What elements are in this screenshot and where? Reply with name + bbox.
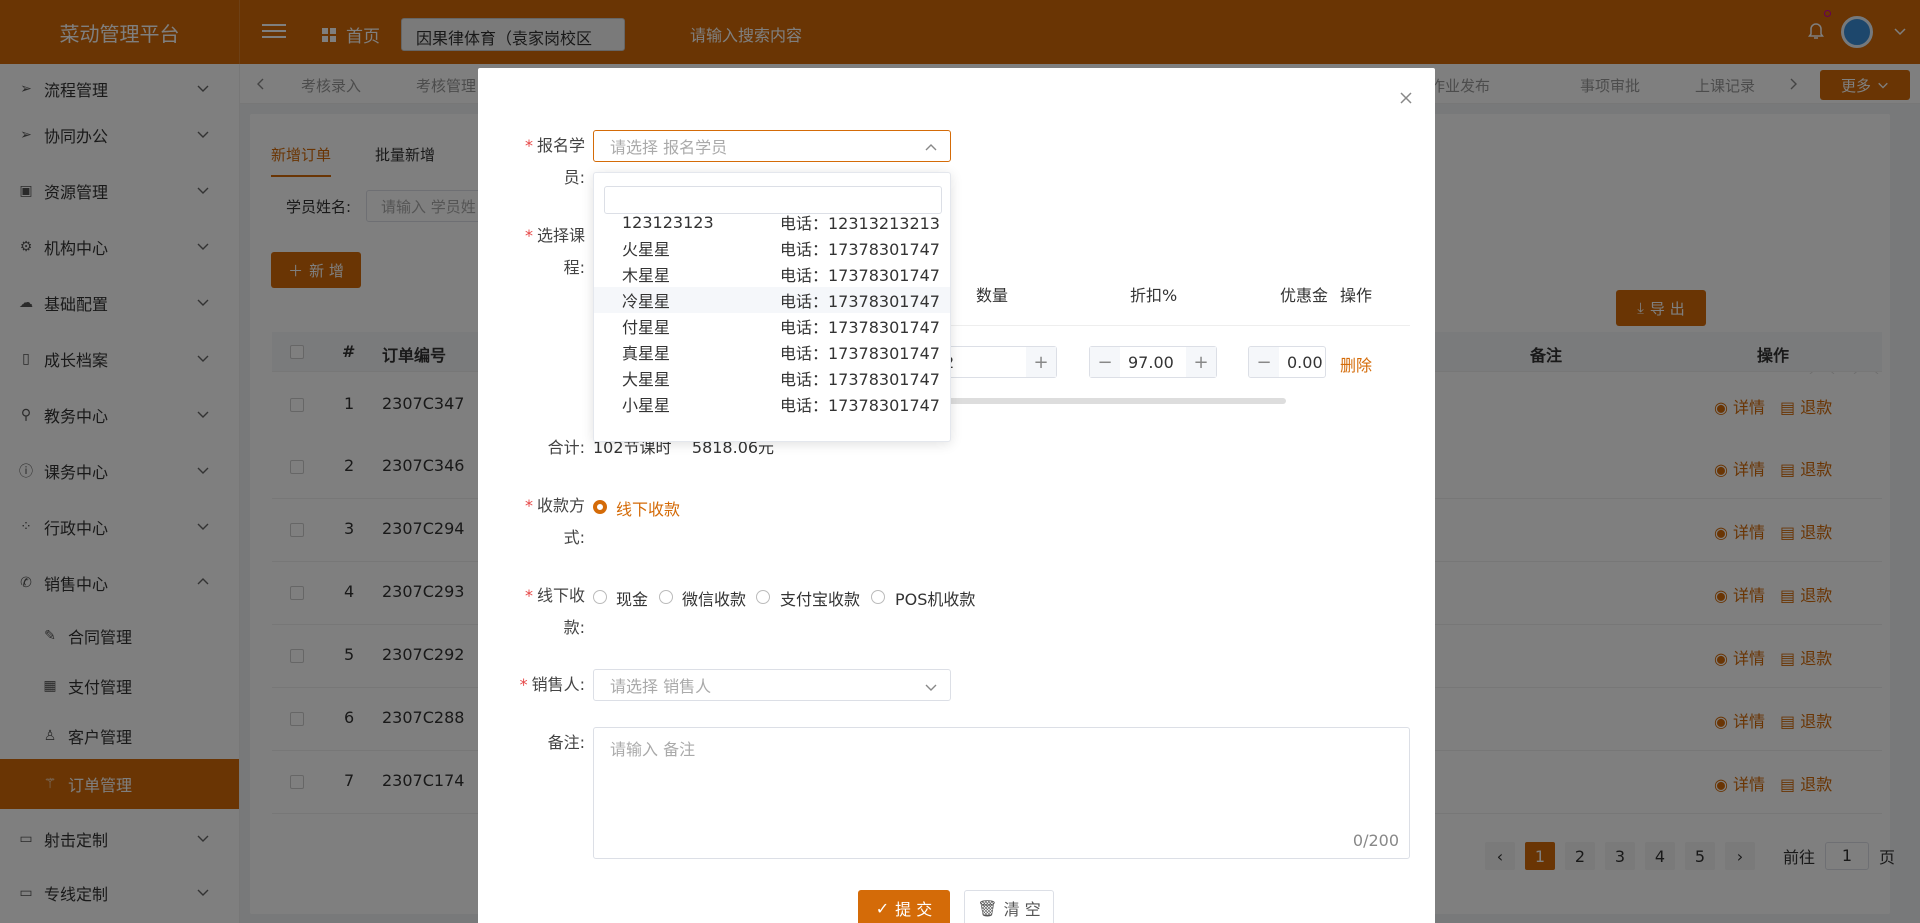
promo-stepper[interactable]: −0.00 bbox=[1248, 346, 1326, 378]
col-course-actions: 操作 bbox=[1340, 286, 1373, 305]
student-option[interactable]: 火星星 电话：17378301747 bbox=[594, 235, 950, 261]
student-option-name: 木星星 bbox=[622, 266, 671, 285]
label-text: 收款方 bbox=[536, 496, 585, 515]
label-text: 销售人: bbox=[531, 675, 585, 694]
student-option-name: 大星星 bbox=[622, 370, 671, 389]
student-option-phone: 电话：17378301747 bbox=[780, 396, 940, 415]
student-option-name: 火星星 bbox=[622, 240, 671, 259]
plus-icon[interactable]: + bbox=[1186, 347, 1216, 377]
delete-course-link[interactable]: 删除 bbox=[1340, 352, 1372, 376]
student-option[interactable]: 真星星 电话：17378301747 bbox=[594, 339, 950, 365]
pay-method-label-2: 式: bbox=[563, 528, 585, 547]
label-text: 报名学 bbox=[536, 136, 585, 155]
trash-icon: 🗑 bbox=[977, 898, 998, 918]
student-label: * 报名学 bbox=[524, 136, 585, 155]
label-text: 选择课 bbox=[536, 226, 585, 245]
discount-value[interactable]: 97.00 bbox=[1120, 353, 1186, 372]
student-option-name: 123123123 bbox=[622, 212, 714, 232]
offline-type-label: * 线下收 bbox=[524, 586, 585, 605]
total-label: 合计: bbox=[547, 438, 585, 457]
seller-label: * 销售人: bbox=[519, 675, 585, 694]
horizontal-scrollbar[interactable] bbox=[930, 398, 1286, 404]
plus-icon[interactable]: + bbox=[1026, 347, 1056, 377]
col-discount: 折扣% bbox=[1130, 286, 1178, 305]
student-option-phone: 电话：17378301747 bbox=[780, 318, 940, 337]
cash-label[interactable]: 现金 bbox=[616, 586, 648, 610]
quantity-stepper[interactable]: 2+ bbox=[935, 346, 1057, 378]
clear-label: 清 空 bbox=[1003, 900, 1041, 919]
remark-textarea[interactable]: 请输入 备注 0/200 bbox=[593, 727, 1410, 859]
course-table-header: 数量 折扣% 优惠金 操作 bbox=[940, 272, 1410, 326]
submit-label: 提 交 bbox=[895, 900, 933, 919]
pay-method-label: * 收款方 bbox=[524, 496, 585, 515]
chevron-up-icon bbox=[925, 144, 937, 151]
student-option-phone: 电话：17378301747 bbox=[780, 292, 940, 311]
student-option[interactable]: 123123123 电话：12313213213 bbox=[594, 209, 950, 235]
student-option-name: 付星星 bbox=[622, 318, 671, 337]
wechat-radio[interactable] bbox=[659, 590, 673, 604]
student-option[interactable]: 付星星 电话：17378301747 bbox=[594, 313, 950, 339]
alipay-label[interactable]: 支付宝收款 bbox=[780, 586, 860, 610]
student-option[interactable]: 木星星 电话：17378301747 bbox=[594, 261, 950, 287]
minus-icon[interactable]: − bbox=[1090, 347, 1120, 377]
seller-placeholder: 请选择 销售人 bbox=[610, 677, 712, 696]
wechat-label[interactable]: 微信收款 bbox=[682, 586, 746, 610]
remark-label: 备注: bbox=[547, 733, 585, 752]
col-promo: 优惠金 bbox=[1280, 286, 1329, 305]
offline-pay-radio[interactable] bbox=[593, 500, 607, 514]
minus-icon[interactable]: − bbox=[1249, 347, 1279, 377]
cash-radio[interactable] bbox=[593, 590, 607, 604]
student-option-phone: 电话：17378301747 bbox=[780, 370, 940, 389]
discount-stepper[interactable]: −97.00 + bbox=[1089, 346, 1217, 378]
student-placeholder: 请选择 报名学员 bbox=[610, 138, 728, 157]
clear-button[interactable]: 🗑 清 空 bbox=[964, 890, 1054, 923]
remark-placeholder: 请输入 备注 bbox=[610, 740, 696, 759]
offline-pay-label[interactable]: 线下收款 bbox=[616, 496, 680, 520]
close-icon[interactable] bbox=[1398, 90, 1414, 106]
student-option-name: 冷星星 bbox=[622, 292, 671, 311]
remark-counter: 0/200 bbox=[1352, 831, 1399, 850]
student-option[interactable]: 大星星 电话：17378301747 bbox=[594, 365, 950, 391]
student-dropdown: 123123123 电话：12313213213 火星星 电话：17378301747… bbox=[593, 172, 951, 442]
student-select[interactable]: 请选择 报名学员 bbox=[593, 130, 951, 162]
col-qty: 数量 bbox=[976, 286, 1009, 305]
student-option-phone: 电话：12313213213 bbox=[780, 214, 940, 233]
student-option[interactable]: 冷星星 电话：17378301747 bbox=[594, 287, 950, 313]
offline-type-label-2: 款: bbox=[563, 618, 585, 637]
student-option-name: 小星星 bbox=[622, 396, 671, 415]
pos-label[interactable]: POS机收款 bbox=[895, 586, 975, 610]
check-icon: ✓ bbox=[875, 898, 890, 918]
student-label-2: 员: bbox=[563, 168, 585, 187]
student-option-phone: 电话：17378301747 bbox=[780, 344, 940, 363]
seller-select[interactable]: 请选择 销售人 bbox=[593, 669, 951, 701]
alipay-radio[interactable] bbox=[756, 590, 770, 604]
student-option-name: 真星星 bbox=[622, 344, 671, 363]
promo-value[interactable]: 0.00 bbox=[1279, 353, 1325, 372]
submit-button[interactable]: ✓ 提 交 bbox=[858, 890, 950, 923]
student-option-phone: 电话：17378301747 bbox=[780, 266, 940, 285]
chevron-down-icon bbox=[925, 684, 937, 691]
student-option[interactable]: 小星星 电话：17378301747 bbox=[594, 391, 950, 417]
student-option-phone: 电话：17378301747 bbox=[780, 240, 940, 259]
pos-radio[interactable] bbox=[871, 590, 885, 604]
label-text: 线下收 bbox=[536, 586, 585, 605]
course-label-2: 程: bbox=[563, 258, 585, 277]
course-label: * 选择课 bbox=[524, 226, 585, 245]
